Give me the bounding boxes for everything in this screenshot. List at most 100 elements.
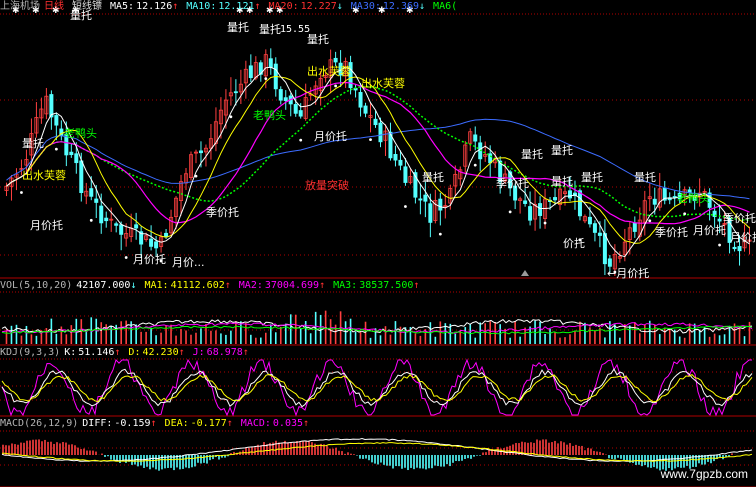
ma20-label: MA20: — [268, 1, 299, 12]
candle-body — [149, 238, 154, 247]
candle-body — [592, 223, 597, 233]
candle-body — [119, 224, 124, 235]
candle-body — [268, 58, 273, 68]
stock-chart-canvas[interactable]: ✱ ✱ ✱ ✱ ✱ ✱ ✱ ✱ ✱ ✱ ✱ — [0, 0, 756, 487]
kdj-j-arrow: ↑ — [242, 347, 249, 358]
candle-body — [423, 194, 428, 202]
price-level-label: 15.55 — [280, 24, 311, 35]
candle-body — [198, 150, 203, 154]
kdj-panel-header: KDJ(9,3,3) K: 51.146↑ D: 42.230↑ J: 68.978↑ — [0, 346, 257, 360]
annotation-liangtuo: 量托 — [634, 171, 656, 184]
candle-body — [358, 92, 363, 108]
candle-body — [69, 151, 74, 156]
candle-body — [333, 57, 338, 63]
annotation-laoyatou: 老鸭头 — [64, 127, 97, 140]
candle-body — [233, 91, 238, 94]
vol-ma2-label: MA2: — [238, 280, 263, 291]
watermark: www.7gpzb.com — [660, 467, 748, 481]
vol-value: 42107.000 — [76, 280, 131, 291]
signal-dot — [54, 147, 58, 151]
signal-dot — [299, 138, 303, 142]
signal-dot — [229, 115, 233, 119]
macd-panel-header: MACD(26,12,9) DIFF: -0.159↑ DEA: -0.177↑ MACD… — [0, 417, 317, 431]
signal-dot — [718, 243, 721, 247]
vol-ma1-value: 41112.602 — [170, 280, 225, 291]
candle-body — [632, 222, 637, 232]
ma60-line — [6, 118, 750, 200]
candle-body — [398, 159, 403, 166]
kdj-k-label: K: — [64, 347, 77, 358]
signal-dot — [438, 232, 442, 236]
annotation-yuejiatuo: 月价托 — [693, 224, 726, 237]
kdj-j-readout: J: 68.978↑ — [193, 347, 253, 358]
ma30-readout: MA30: 12.369↓ — [351, 1, 429, 12]
signal-dot — [334, 84, 338, 88]
candle-body — [134, 224, 139, 229]
annotation-liangtuo: 量托 — [227, 21, 249, 34]
macd-macd-label: MACD: — [240, 418, 271, 429]
candle-body — [114, 223, 119, 226]
candle-body — [403, 166, 408, 183]
volume-indicator-name: VOL(5,10,20) — [0, 280, 73, 291]
signal-dot — [508, 210, 512, 214]
annotation-yuejiatuo: 月价... — [172, 256, 205, 269]
annotation-liangtuo: 量托 — [551, 144, 573, 157]
kdj-k-readout: K: 51.146↑ — [64, 347, 124, 358]
volume-panel-header: VOL(5,10,20) 42107.000↓ MA1: 41112.602↑ MA2:… — [0, 279, 427, 293]
macd-diff-arrow: ↑ — [150, 418, 157, 429]
signal-dot — [404, 205, 407, 208]
candle-body — [737, 246, 742, 252]
ma30-line — [6, 85, 750, 221]
candle-body — [473, 134, 478, 142]
macd-diff-label: DIFF: — [82, 418, 113, 429]
annotation-laoyatou: 老鸭头 — [677, 192, 710, 205]
ma5-label: MA5: — [110, 1, 135, 12]
candle-body — [577, 190, 582, 217]
ma30-arrow: ↓ — [419, 1, 426, 12]
candle-body — [438, 198, 443, 211]
candle-body — [732, 246, 737, 250]
annotation-yuejiatuo: 月价托 — [314, 130, 347, 143]
kdj-j-label: J: — [192, 347, 205, 358]
annotation-liangtuo: 量托 — [22, 137, 44, 150]
macd-macd-arrow: ↑ — [303, 418, 310, 429]
candle-body — [94, 198, 99, 203]
candle-body — [602, 233, 607, 265]
candle-body — [278, 89, 283, 101]
annotation-yuejiatuo: 月价托 — [730, 231, 756, 244]
annotation-jiatuo: 价托 — [563, 237, 585, 250]
annotation-chushuifurong: 出水芙蓉 — [361, 77, 405, 90]
signal-dot — [473, 163, 477, 167]
candle-body — [104, 217, 109, 222]
vol-ma1-arrow: ↑ — [224, 280, 231, 291]
macd-dea-arrow: ↑ — [226, 418, 233, 429]
macd-macd-value: 0.035 — [272, 418, 304, 429]
ma30-label: MA30: — [350, 1, 381, 12]
candle-body — [79, 160, 84, 194]
ma20-readout: MA20: 12.227↓ — [269, 1, 347, 12]
candle-body — [607, 258, 612, 267]
candle-body — [523, 200, 528, 204]
vol-ma3-value: 38537.500 — [359, 280, 414, 291]
annotation-chushuifurong: 出水芙蓉 — [307, 65, 351, 78]
macd-macd-readout: MACD: 0.035↑ — [241, 418, 313, 429]
annotation-chushuifurong: 出水芙蓉 — [22, 169, 66, 182]
annotation-liangtuo: 量托 — [551, 175, 573, 188]
candle-body — [89, 188, 94, 197]
kdj-d-arrow: ↑ — [178, 347, 185, 358]
annotation-liangtuo: 量托 — [521, 148, 543, 161]
kdj-d-value: 42.230 — [142, 347, 179, 358]
annotation-jijiatuo: 季价托 — [206, 206, 239, 219]
candle-body — [293, 104, 298, 114]
annotation-breakout: 放量突破 — [305, 179, 349, 192]
annotation-liangtuo: 量托 — [70, 9, 92, 22]
ma20-arrow: ↓ — [336, 1, 343, 12]
vol-arrow: ↓ — [130, 280, 137, 291]
ma10-label: MA10: — [186, 1, 217, 12]
macd-dea-label: DEA: — [164, 418, 189, 429]
kdj-d-readout: D: 42.230↑ — [128, 347, 188, 358]
candle-body — [587, 216, 592, 225]
candle-body — [373, 118, 378, 126]
stock-name: 上海机场 — [0, 1, 40, 12]
kdj-k-arrow: ↑ — [114, 347, 121, 358]
